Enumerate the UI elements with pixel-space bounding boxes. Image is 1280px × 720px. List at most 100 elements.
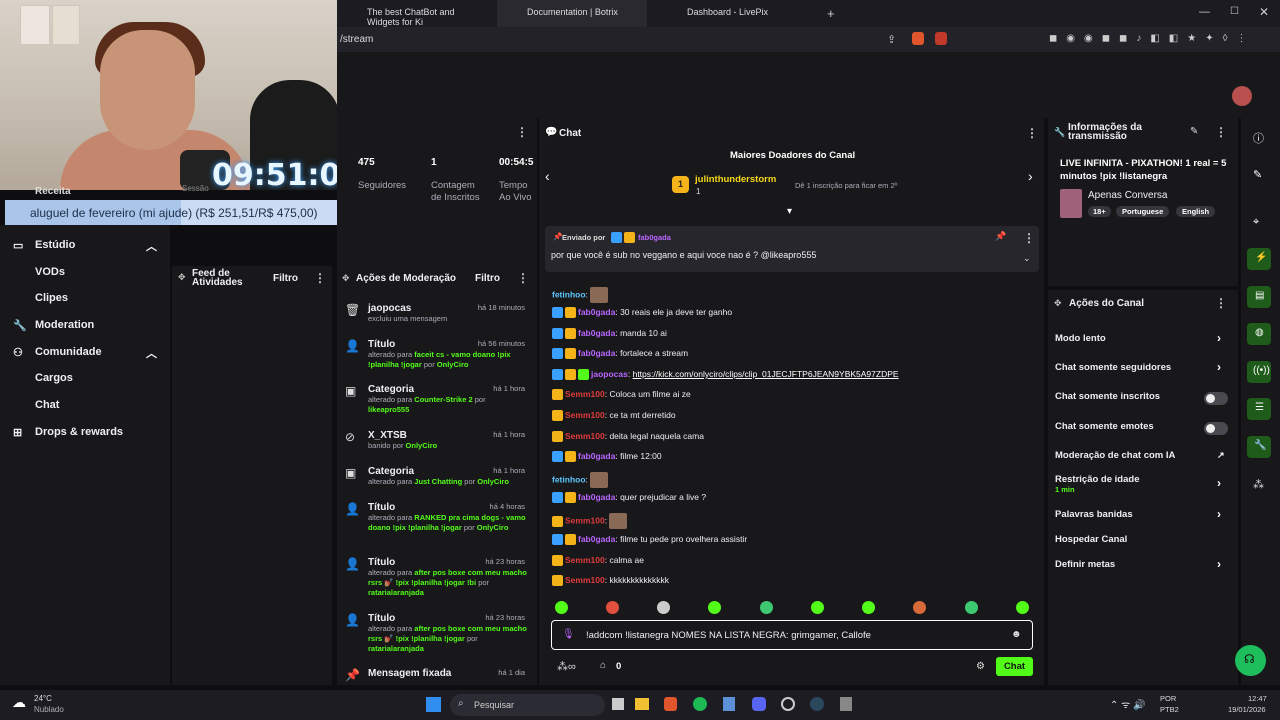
chat-message[interactable]: fetinhoo: bbox=[552, 287, 609, 303]
chevron-left-icon[interactable]: ‹ bbox=[545, 168, 550, 184]
clipboard-button[interactable]: ▤ bbox=[1247, 286, 1271, 308]
lang-primary[interactable]: POR bbox=[1160, 694, 1176, 703]
pencil-icon[interactable]: ✎ bbox=[1253, 168, 1262, 181]
chat-message[interactable]: fab0gada: filme tu pede pro ovelhera ass… bbox=[552, 534, 747, 546]
minimize-icon[interactable]: — bbox=[1199, 6, 1210, 18]
emote-icon[interactable] bbox=[760, 601, 773, 614]
chat-username[interactable]: fetinhoo bbox=[552, 289, 586, 299]
chevron-right-icon[interactable]: › bbox=[1217, 476, 1221, 490]
chat-button[interactable]: ◍ bbox=[1247, 323, 1271, 345]
emote-icon[interactable] bbox=[555, 601, 568, 614]
chevron-right-icon[interactable]: › bbox=[1217, 360, 1221, 374]
sidebar-item-comunidade[interactable]: Comunidade bbox=[35, 346, 102, 358]
donor-name[interactable]: julinthunderstorm bbox=[695, 174, 776, 185]
channel-action-row[interactable]: Modo lento bbox=[1055, 333, 1106, 344]
steam-icon[interactable] bbox=[810, 697, 824, 711]
tray-icons[interactable]: ⌃ ᯤ 🔊 bbox=[1110, 697, 1146, 711]
info-menu-icon[interactable]: ⋮ bbox=[1215, 125, 1227, 139]
chat-username[interactable]: Semm100 bbox=[565, 555, 605, 565]
chat-message[interactable]: jaopocas: https://kick.com/onlyciro/clip… bbox=[552, 369, 899, 381]
share-icon[interactable]: ⇪ bbox=[887, 33, 896, 46]
sidebar-item-estudio[interactable]: Estúdio bbox=[35, 239, 75, 251]
chat-username[interactable]: fab0gada bbox=[578, 492, 615, 502]
mod-drag-icon[interactable]: ✥ bbox=[342, 273, 350, 284]
edit-icon[interactable]: ✎ bbox=[1190, 126, 1198, 137]
sidebar-item-chat[interactable]: Chat bbox=[35, 399, 59, 411]
emote-icon[interactable] bbox=[965, 601, 978, 614]
brave-rewards-icon[interactable] bbox=[935, 32, 947, 45]
tab-chatbot[interactable]: The best ChatBot and Widgets for Ki bbox=[337, 0, 487, 27]
sidebar-item-vods[interactable]: VODs bbox=[35, 266, 65, 278]
chevron-right-icon[interactable]: › bbox=[1028, 168, 1033, 184]
tag-pill[interactable]: 18+ bbox=[1088, 206, 1111, 217]
apps-icon[interactable]: ⁂ bbox=[1253, 478, 1264, 491]
toggle-switch[interactable] bbox=[1204, 422, 1228, 435]
bolt-button[interactable]: ⚡ bbox=[1247, 248, 1271, 270]
points-icon[interactable]: ⁂∞ bbox=[557, 660, 576, 673]
mic-icon[interactable]: 🎙 bbox=[562, 629, 575, 640]
chat-username[interactable]: fab0gada bbox=[578, 451, 615, 461]
desc-user[interactable]: OnlyCiro bbox=[477, 477, 509, 486]
store-icon[interactable]: ⌂ bbox=[600, 660, 606, 671]
chat-text[interactable]: https://kick.com/onlyciro/clips/clip_01J… bbox=[633, 369, 899, 379]
emote-icon[interactable] bbox=[606, 601, 619, 614]
chevron-down-icon[interactable]: ⌄ bbox=[1023, 253, 1031, 264]
focus-icon[interactable]: ⌖ bbox=[1253, 216, 1259, 229]
sidebar-item-cargos[interactable]: Cargos bbox=[35, 372, 73, 384]
notepad-icon[interactable] bbox=[723, 697, 735, 711]
chat-message[interactable]: fab0gada: fortalece a stream bbox=[552, 348, 688, 360]
category-thumbnail[interactable] bbox=[1060, 189, 1082, 218]
support-chat-button[interactable]: ☊ bbox=[1235, 645, 1266, 676]
sidebar-item-clipes[interactable]: Clipes bbox=[35, 292, 68, 304]
chevron-up-icon[interactable]: ︿ bbox=[146, 345, 157, 361]
tag-pill[interactable]: English bbox=[1176, 206, 1216, 217]
collapse-icon[interactable]: ▾ bbox=[787, 206, 792, 217]
sidebar-item-moderation[interactable]: Moderation bbox=[35, 319, 94, 331]
chat-username[interactable]: Semm100 bbox=[565, 431, 605, 441]
external-link-icon[interactable]: ↗ bbox=[1217, 450, 1225, 461]
chat-settings-icon[interactable]: ⚙ bbox=[976, 661, 985, 672]
emoji-picker-icon[interactable]: ☻ bbox=[1011, 629, 1022, 640]
chat-message[interactable]: Semm100: bbox=[552, 513, 628, 529]
chat-username[interactable]: jaopocas bbox=[591, 369, 628, 379]
lang-secondary[interactable]: PTB2 bbox=[1160, 705, 1179, 714]
chat-message[interactable]: Semm100: ce ta mt derretido bbox=[552, 410, 676, 422]
chat-message[interactable]: Semm100: calma ae bbox=[552, 555, 644, 567]
chat-username[interactable]: fetinhoo bbox=[552, 474, 586, 484]
extensions-icons[interactable]: ◼◉◉◼◼♪◧◧★✦◊⋮ bbox=[1049, 33, 1256, 44]
chevron-right-icon[interactable]: › bbox=[1217, 507, 1221, 521]
pinned-message[interactable]: 📌 Enviado por fab0gada por que você é su… bbox=[545, 226, 1039, 272]
chevron-right-icon[interactable]: › bbox=[1217, 331, 1221, 345]
tag-pill[interactable]: Portuguese bbox=[1116, 206, 1170, 217]
chevron-right-icon[interactable]: › bbox=[1217, 557, 1221, 571]
chat-username[interactable]: Semm100 bbox=[565, 575, 605, 585]
chat-username[interactable]: fab0gada bbox=[578, 534, 615, 544]
send-chat-button[interactable]: Chat bbox=[996, 657, 1033, 676]
emote-icon[interactable] bbox=[811, 601, 824, 614]
tab-botrix[interactable]: Documentation | Botrix bbox=[497, 0, 647, 27]
chat-message[interactable]: fab0gada: manda 10 ai bbox=[552, 328, 667, 340]
discord-icon[interactable] bbox=[752, 697, 766, 711]
obs-icon[interactable] bbox=[781, 697, 795, 711]
stats-menu-icon[interactable]: ⋮ bbox=[516, 125, 528, 139]
mod-filter-button[interactable]: Filtro bbox=[475, 273, 500, 284]
address-bar[interactable]: /stream ⇪ ◼◉◉◼◼♪◧◧★✦◊⋮ bbox=[337, 27, 1280, 52]
close-icon[interactable]: ✕ bbox=[1259, 5, 1269, 19]
new-tab-button[interactable]: + bbox=[827, 6, 835, 21]
chat-input[interactable]: 🎙 !addcom !listanegra NOMES NA LISTA NEG… bbox=[551, 620, 1033, 650]
desc-user[interactable]: OnlyCiro bbox=[477, 523, 509, 532]
desc-user[interactable]: ratarialaranjada bbox=[368, 588, 424, 597]
toggle-switch[interactable] bbox=[1204, 392, 1228, 405]
chat-message[interactable]: Semm100: deita legal naquela cama bbox=[552, 431, 704, 443]
desc-user[interactable]: likeapro555 bbox=[368, 405, 409, 414]
clock-date[interactable]: 19/01/2026 bbox=[1228, 705, 1266, 714]
emote-icon[interactable] bbox=[862, 601, 875, 614]
windows-start-icon[interactable] bbox=[426, 697, 441, 712]
channel-action-row[interactable]: Chat somente inscritos bbox=[1055, 391, 1160, 402]
unpin-icon[interactable]: 📌 bbox=[995, 231, 1006, 242]
brave-shield-icon[interactable] bbox=[912, 32, 924, 45]
clock-time[interactable]: 12:47 bbox=[1248, 694, 1267, 703]
feed-drag-icon[interactable]: ✥ bbox=[178, 272, 186, 283]
chat-message[interactable]: fab0gada: quer prejudicar a live ? bbox=[552, 492, 706, 504]
chat-username[interactable]: fab0gada bbox=[578, 348, 615, 358]
